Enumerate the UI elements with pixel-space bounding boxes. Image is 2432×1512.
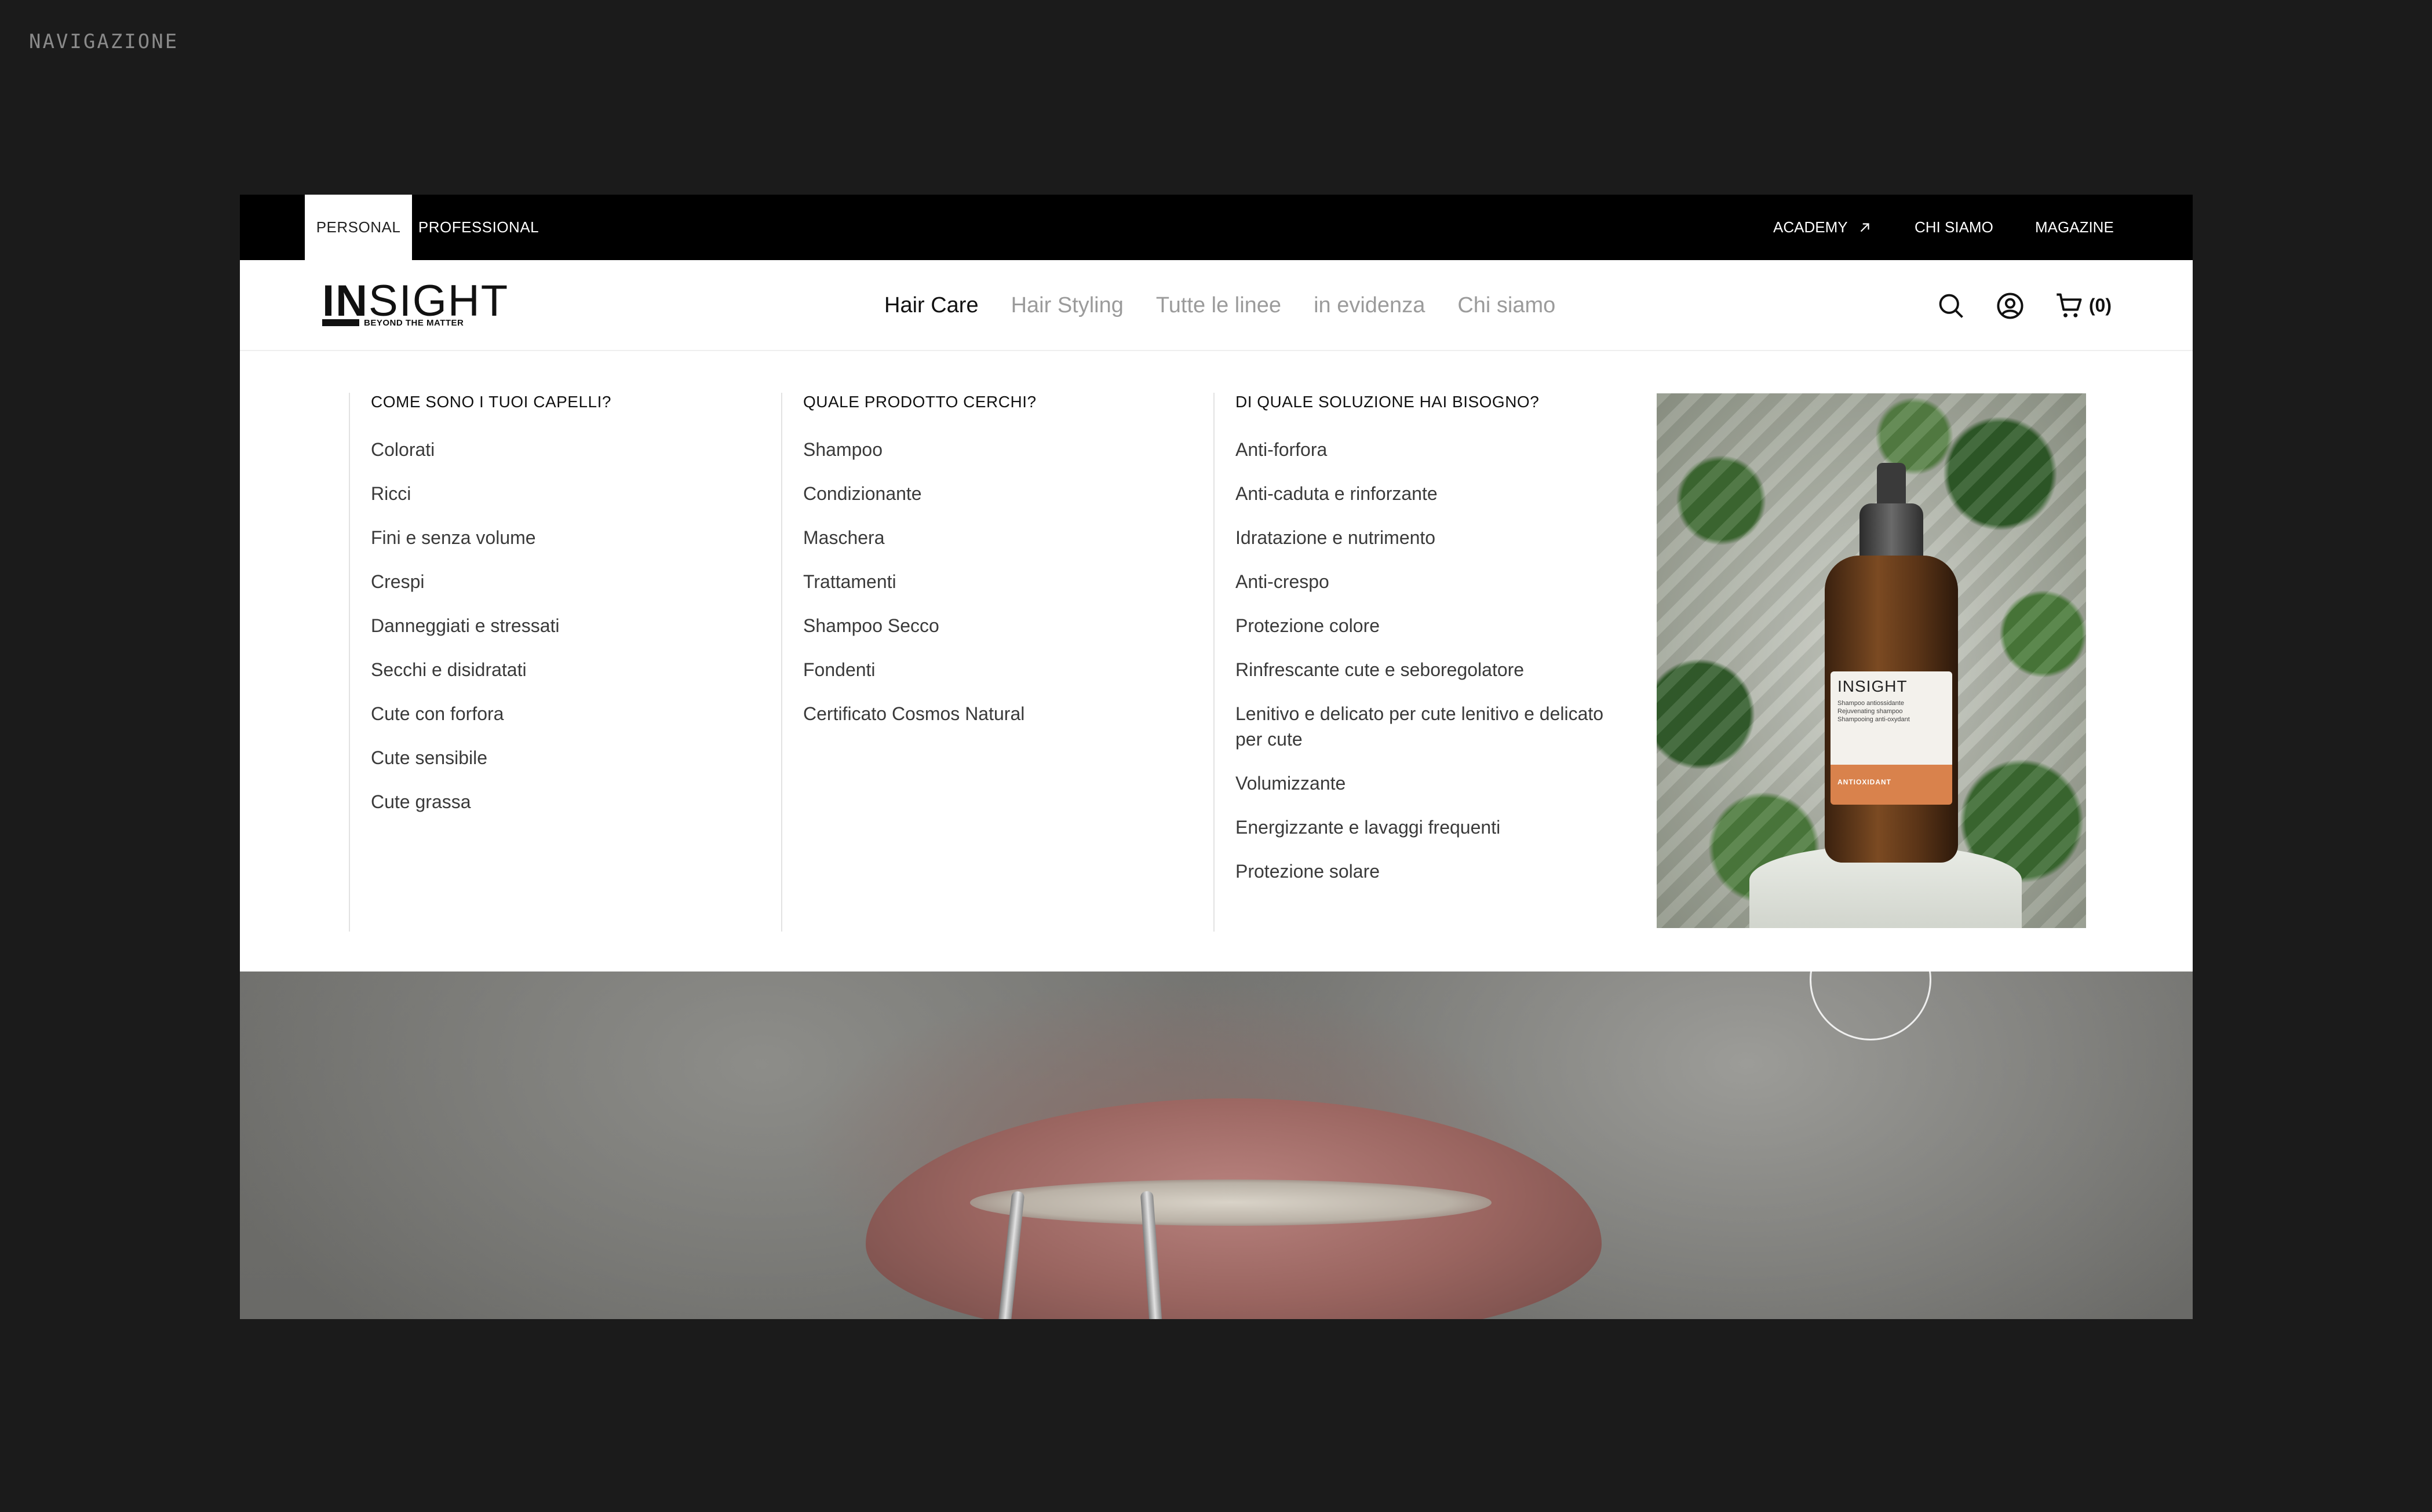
menu-column-product: QUALE PRODOTTO CERCHI? Shampoo Condizion… <box>781 393 1193 932</box>
menu-item[interactable]: Shampoo Secco <box>803 613 1193 638</box>
bottle-brand: INSIGHT <box>1837 677 1908 695</box>
menu-item[interactable]: Anti-forfora <box>1235 437 1619 462</box>
menu-item[interactable]: Danneggiati e stressati <box>371 613 760 638</box>
bottle-pump <box>1877 463 1906 509</box>
menu-item[interactable]: Ricci <box>371 481 760 506</box>
chi-siamo-link[interactable]: CHI SIAMO <box>1915 195 1993 260</box>
insight-logo[interactable]: INSIGHT BEYOND THE MATTER <box>322 276 509 330</box>
menu-item[interactable]: Certificato Cosmos Natural <box>803 701 1193 726</box>
menu-item[interactable]: Rinfrescante cute e seboregolatore <box>1235 657 1619 682</box>
bottle-line-name: ANTIOXIDANT <box>1837 778 1891 786</box>
menu-item[interactable]: Trattamenti <box>803 569 1193 594</box>
tab-professional[interactable]: PROFESSIONAL <box>412 195 545 260</box>
logo-bar <box>322 319 359 326</box>
tab-personal[interactable]: PERSONAL <box>305 195 412 260</box>
column-title: COME SONO I TUOI CAPELLI? <box>371 393 611 411</box>
menu-item[interactable]: Protezione solare <box>1235 859 1619 884</box>
menu-column-hair-type: COME SONO I TUOI CAPELLI? Colorati Ricci… <box>349 393 760 932</box>
menu-item[interactable]: Anti-crespo <box>1235 569 1619 594</box>
hero-teeth <box>970 1179 1492 1226</box>
menu-item[interactable]: Anti-caduta e rinforzante <box>1235 481 1619 506</box>
menu-item[interactable]: Fondenti <box>803 657 1193 682</box>
account-icon[interactable] <box>1995 291 2025 321</box>
menu-item[interactable]: Cute con forfora <box>371 701 760 726</box>
promo-image[interactable]: INSIGHT Shampoo antiossidante Rejuvenati… <box>1657 393 2086 928</box>
external-arrow-icon <box>1860 222 1869 232</box>
website-frame: PERSONAL PROFESSIONAL ACADEMY CHI SIAMO … <box>240 195 2193 1319</box>
canvas-label: NAVIGAZIONE <box>29 30 179 53</box>
logo-tagline: BEYOND THE MATTER <box>364 318 464 328</box>
nav-hair-care[interactable]: Hair Care <box>884 293 979 318</box>
menu-item[interactable]: Maschera <box>803 525 1193 550</box>
menu-item[interactable]: Fini e senza volume <box>371 525 760 550</box>
menu-item[interactable]: Cute sensibile <box>371 745 760 770</box>
bottle-label: INSIGHT Shampoo antiossidante Rejuvenati… <box>1831 671 1952 805</box>
cart-icon[interactable] <box>2054 291 2084 321</box>
menu-item[interactable]: Shampoo <box>803 437 1193 462</box>
menu-item[interactable]: Cute grassa <box>371 789 760 815</box>
column-title: QUALE PRODOTTO CERCHI? <box>803 393 1037 411</box>
nav-in-evidenza[interactable]: in evidenza <box>1314 293 1425 318</box>
top-bar: PERSONAL PROFESSIONAL ACADEMY CHI SIAMO … <box>240 195 2193 260</box>
menu-item[interactable]: Lenitivo e delicato per cute lenitivo e … <box>1235 701 1618 752</box>
nav-chi-siamo[interactable]: Chi siamo <box>1457 293 1555 318</box>
column-title: DI QUALE SOLUZIONE HAI BISOGNO? <box>1235 393 1540 411</box>
menu-item[interactable]: Idratazione e nutrimento <box>1235 525 1619 550</box>
search-icon[interactable] <box>1936 291 1966 321</box>
menu-item[interactable]: Protezione colore <box>1235 613 1619 638</box>
magazine-link[interactable]: MAGAZINE <box>2035 195 2114 260</box>
menu-item[interactable]: Colorati <box>371 437 760 462</box>
menu-item[interactable]: Crespi <box>371 569 760 594</box>
main-nav: Hair Care Hair Styling Tutte le linee in… <box>884 260 1588 351</box>
header-icons: (0) <box>1907 260 2112 351</box>
academy-link[interactable]: ACADEMY <box>1773 195 1872 260</box>
menu-item[interactable]: Volumizzante <box>1235 770 1619 796</box>
nav-hair-styling[interactable]: Hair Styling <box>1011 293 1124 318</box>
academy-label: ACADEMY <box>1773 218 1848 236</box>
mega-menu: COME SONO I TUOI CAPELLI? Colorati Ricci… <box>240 351 2193 972</box>
menu-item[interactable]: Secchi e disidratati <box>371 657 760 682</box>
main-header: INSIGHT BEYOND THE MATTER Hair Care Hair… <box>240 260 2193 351</box>
nav-tutte-le-linee[interactable]: Tutte le linee <box>1156 293 1281 318</box>
menu-column-solution: DI QUALE SOLUZIONE HAI BISOGNO? Anti-for… <box>1213 393 1619 932</box>
menu-item[interactable]: Condizionante <box>803 481 1193 506</box>
bottle-text: Shampoo antiossidante Rejuvenating shamp… <box>1837 700 1910 723</box>
logo-wordmark: INSIGHT <box>322 276 509 326</box>
cart-count[interactable]: (0) <box>2089 295 2112 316</box>
menu-item[interactable]: Energizzante e lavaggi frequenti <box>1235 815 1619 840</box>
